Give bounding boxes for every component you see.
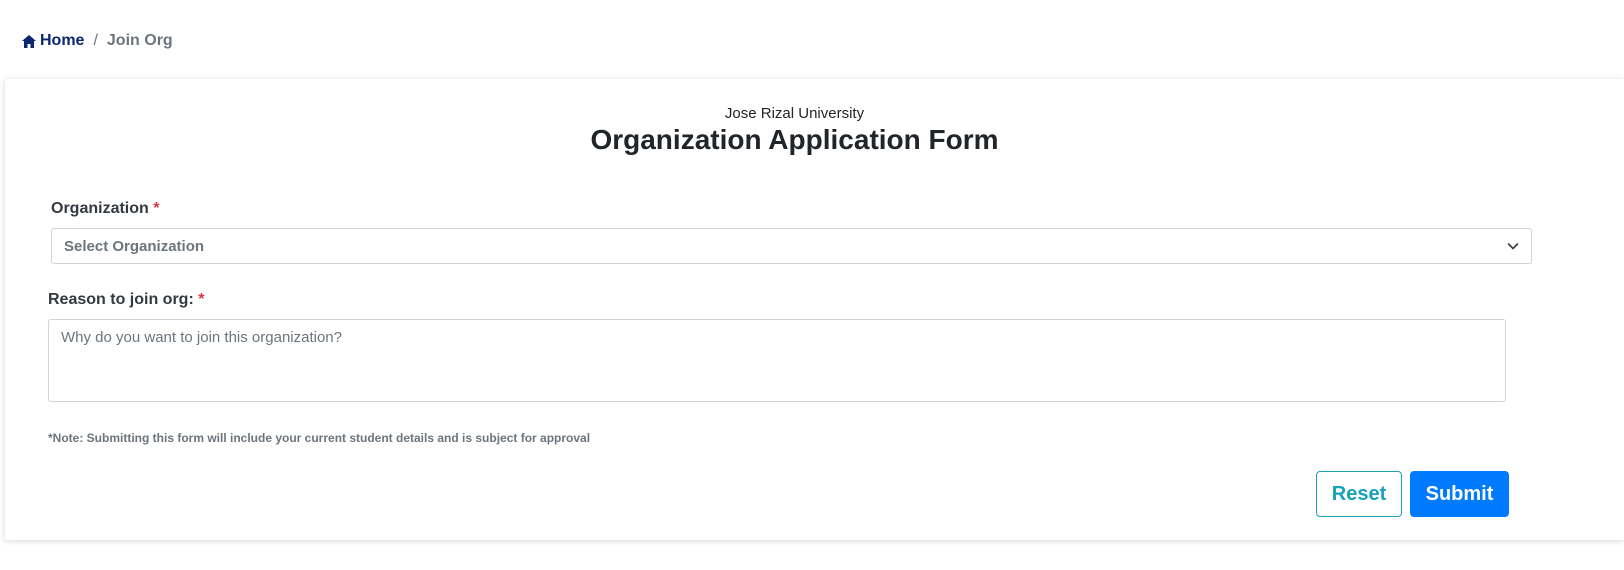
reason-label-text: Reason to join org: xyxy=(48,291,194,308)
organization-label-text: Organization xyxy=(51,200,149,217)
organization-label: Organization * xyxy=(51,200,159,218)
breadcrumb-home-label[interactable]: Home xyxy=(40,32,84,50)
breadcrumb: Home / Join Org xyxy=(22,31,173,51)
reason-label: Reason to join org: * xyxy=(48,291,204,309)
breadcrumb-separator: / xyxy=(93,32,98,49)
university-name: Jose Rizal University xyxy=(724,105,865,122)
reason-required-marker: * xyxy=(198,291,205,308)
chevron-down-icon xyxy=(1507,243,1519,250)
breadcrumb-current: Join Org xyxy=(106,32,173,49)
organization-required-marker: * xyxy=(153,200,160,217)
submit-button[interactable]: Submit xyxy=(1410,471,1509,517)
home-icon xyxy=(22,34,36,48)
application-form-card: Jose Rizal University Organization Appli… xyxy=(5,79,1624,540)
breadcrumb-home-link[interactable]: Home xyxy=(22,32,84,50)
reason-textarea[interactable]: Why do you want to join this organizatio… xyxy=(48,319,1506,402)
reset-button[interactable]: Reset xyxy=(1316,471,1402,517)
page-title: Organization Application Form xyxy=(590,124,999,155)
organization-select[interactable]: Select Organization xyxy=(51,228,1532,264)
reason-textarea-placeholder: Why do you want to join this organizatio… xyxy=(61,329,342,346)
organization-select-value: Select Organization xyxy=(64,238,205,255)
approval-note: *Note: Submitting this form will include… xyxy=(48,431,591,445)
